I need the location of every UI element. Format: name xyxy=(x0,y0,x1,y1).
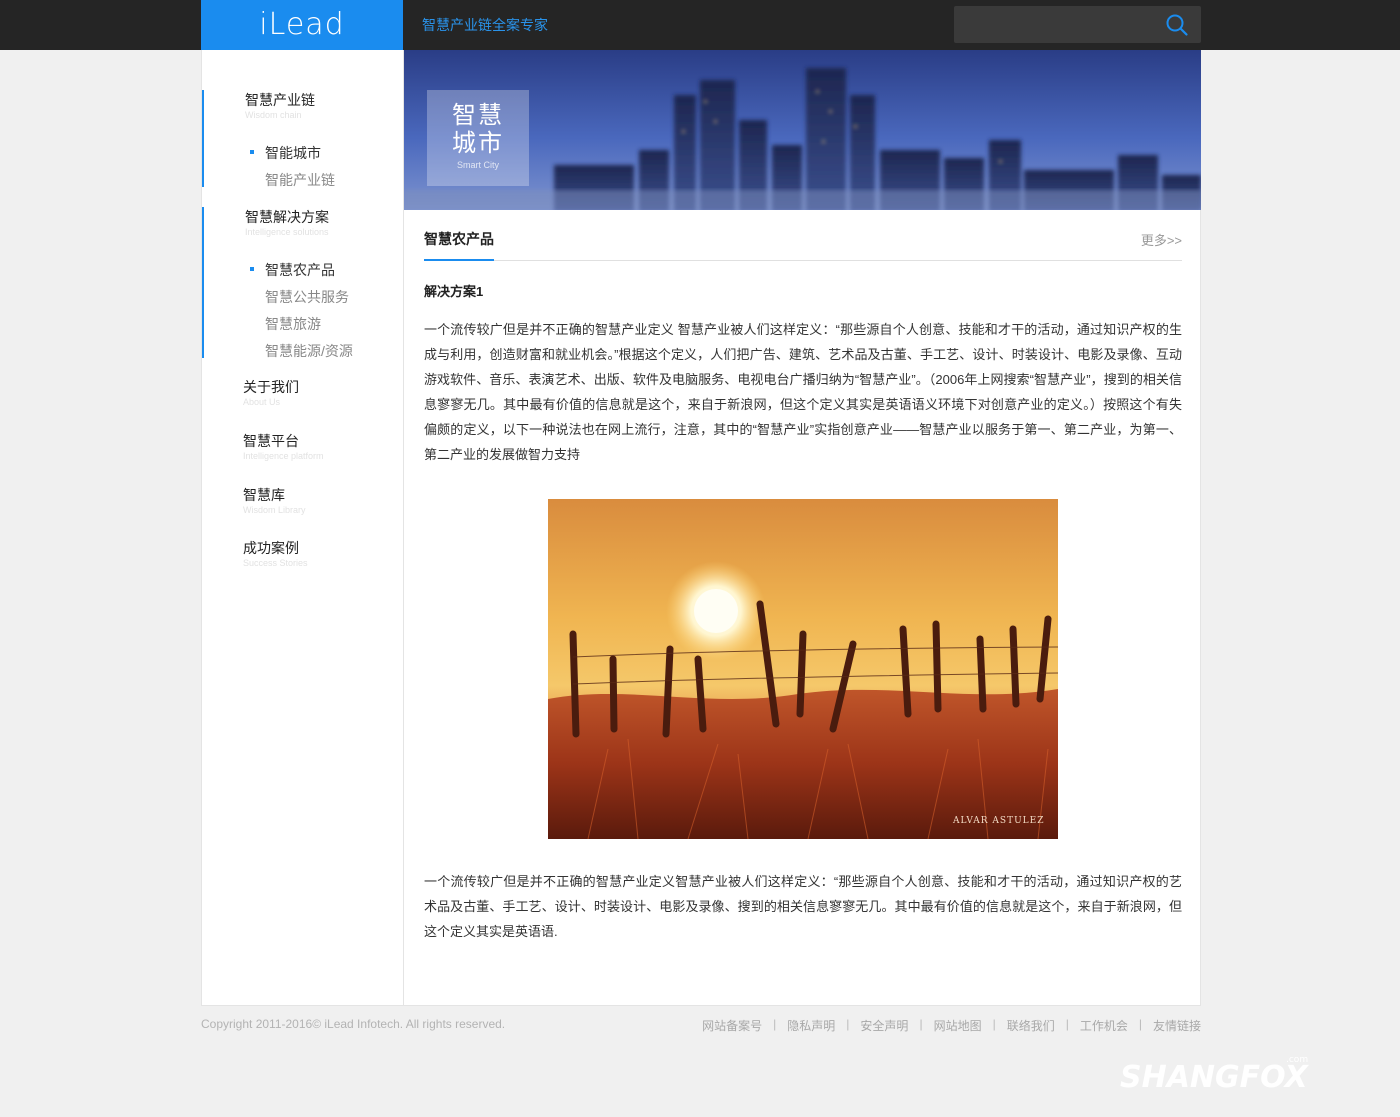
banner-subtitle: Smart City xyxy=(456,160,499,170)
search-box xyxy=(954,6,1201,43)
footer-separator: | xyxy=(919,1017,923,1031)
section-header: 智慧农产品 更多>> xyxy=(424,210,1182,261)
more-link[interactable]: 更多>> xyxy=(1141,230,1182,249)
sidebar-section-title[interactable]: 智慧产业链 xyxy=(245,90,315,110)
search-input[interactable] xyxy=(954,6,1154,43)
sidebar-section-subtitle: About Us xyxy=(243,397,281,407)
sidebar-section-cases: 成功案例 Success Stories xyxy=(202,538,402,578)
footer-link-sitemap[interactable]: 网站地图 xyxy=(934,1017,982,1034)
site-logo[interactable]: iLead xyxy=(201,0,403,50)
site-slogan: 智慧产业链全案专家 xyxy=(422,17,548,33)
sidebar-section-platform: 智慧平台 Intelligence platform xyxy=(202,431,402,471)
footer-separator: | xyxy=(1065,1017,1069,1031)
article-paragraph: 一个流传较广但是并不正确的智慧产业定义 智慧产业被人们这样定义：“那些源自个人创… xyxy=(424,322,1182,462)
section-title-underline xyxy=(424,259,494,261)
article-paragraph: 一个流传较广但是并不正确的智慧产业定义智慧产业被人们这样定义：“那些源自个人创意… xyxy=(424,874,1182,939)
watermark-text: SHANGFOX xyxy=(1120,1060,1310,1091)
watermark-dotcom: .com xyxy=(1286,1055,1308,1065)
sidebar-item-smart-industry-chain[interactable]: 智能产业链 xyxy=(265,170,335,190)
sidebar-item-smart-tourism[interactable]: 智慧旅游 xyxy=(265,314,321,334)
sidebar-item-smart-energy[interactable]: 智慧能源/资源 xyxy=(265,341,353,361)
sidebar-section-title[interactable]: 智慧解决方案 xyxy=(245,207,329,227)
top-bar: iLead 智慧产业链全案专家 xyxy=(0,0,1400,50)
sidebar-section-wisdom-chain: 智慧产业链 Wisdom chain 智能城市 智能产业链 xyxy=(202,90,402,190)
content-area: 智慧 城市 Smart City 智慧农产品 更多>> 解决方案1 一个流传较广… xyxy=(404,50,1201,1005)
footer-separator: | xyxy=(992,1017,996,1031)
footer-links: 网站备案号 | 隐私声明 | 安全声明 | 网站地图 | 联络我们 | 工作机会… xyxy=(702,1017,1201,1034)
sidebar-section-subtitle: Wisdom Library xyxy=(243,505,306,515)
main-panel: 智慧产业链 Wisdom chain 智能城市 智能产业链 智慧解决方案 Int… xyxy=(201,50,1201,1006)
footer-separator: | xyxy=(846,1017,850,1031)
footer-link-friends[interactable]: 友情链接 xyxy=(1153,1017,1201,1034)
banner-title-box: 智慧 城市 Smart City xyxy=(427,90,529,186)
sidebar-section-title[interactable]: 智慧平台 xyxy=(243,431,299,451)
search-icon[interactable] xyxy=(1165,13,1189,37)
article-title: 解决方案1 xyxy=(424,284,484,299)
banner: 智慧 城市 Smart City xyxy=(404,50,1201,210)
sidebar-section-subtitle: Intelligence platform xyxy=(243,451,324,461)
footer-link-icp[interactable]: 网站备案号 xyxy=(702,1017,762,1034)
sidebar-item-smart-city[interactable]: 智能城市 xyxy=(250,143,321,163)
sidebar-item-smart-public-service[interactable]: 智慧公共服务 xyxy=(265,287,349,307)
section-title: 智慧农产品 xyxy=(424,231,494,247)
sidebar-section-subtitle: Wisdom chain xyxy=(245,110,302,120)
footer-link-privacy[interactable]: 隐私声明 xyxy=(787,1017,835,1034)
footer-separator: | xyxy=(1138,1017,1142,1031)
footer-link-jobs[interactable]: 工作机会 xyxy=(1080,1017,1128,1034)
footer-separator: | xyxy=(773,1017,777,1031)
sidebar-section-title[interactable]: 智慧库 xyxy=(243,485,285,505)
sidebar-section-solutions: 智慧解决方案 Intelligence solutions 智慧农产品 智慧公共… xyxy=(202,207,402,361)
footer-link-security[interactable]: 安全声明 xyxy=(860,1017,908,1034)
sidebar-section-about: 关于我们 About Us xyxy=(202,377,402,417)
shangfox-watermark: SHANGFOX .com xyxy=(1120,1055,1310,1091)
sidebar-section-title[interactable]: 成功案例 xyxy=(243,538,299,558)
sidebar-section-subtitle: Success Stories xyxy=(243,558,308,568)
sidebar-item-smart-agri-products[interactable]: 智慧农产品 xyxy=(250,260,335,280)
sidebar-section-subtitle: Intelligence solutions xyxy=(245,227,329,237)
photo-signature: ALVAR ASTULEZ xyxy=(952,816,1045,826)
sunset-fence-photo: ALVAR ASTULEZ xyxy=(548,499,1058,839)
sidebar-section-title[interactable]: 关于我们 xyxy=(243,377,299,397)
copyright: Copyright 2011-2016© iLead Infotech. All… xyxy=(201,1017,506,1031)
banner-title-line1: 智慧 xyxy=(452,102,504,129)
sidebar-section-library: 智慧库 Wisdom Library xyxy=(202,485,402,525)
footer-link-contact[interactable]: 联络我们 xyxy=(1007,1017,1055,1034)
banner-title-line2: 城市 xyxy=(452,130,504,157)
sidebar: 智慧产业链 Wisdom chain 智能城市 智能产业链 智慧解决方案 Int… xyxy=(202,50,404,1005)
